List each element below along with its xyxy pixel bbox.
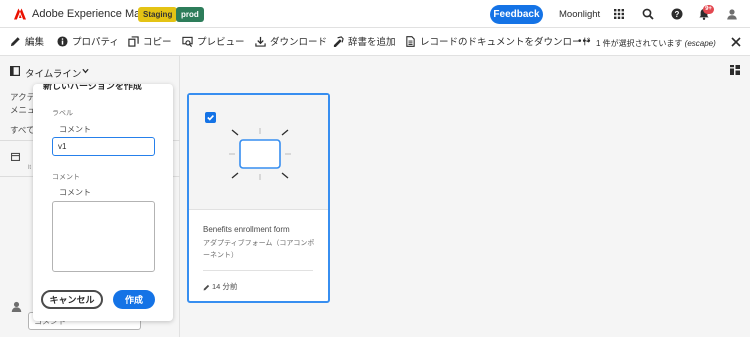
prod-badge: prod [176,7,204,22]
rail-bg-text-3: すべて [10,125,35,135]
selection-count: 1 件が選択されています [596,39,683,48]
user-avatar-icon[interactable] [726,8,738,20]
calendar-icon [11,152,20,161]
create-button[interactable]: 作成 [113,290,155,309]
copy-label: コピー [143,37,172,48]
search-icon[interactable] [642,8,654,20]
properties-label: プロパティ [72,37,119,48]
properties-action[interactable]: プロパティ [57,36,119,49]
edit-action[interactable]: 編集 [10,36,44,49]
apps-grid-icon[interactable] [613,8,625,20]
preview-icon [182,36,193,47]
timeline-label: タイムライン [25,69,82,80]
top-header: Adobe Experience Manager Staging prod Fe… [0,0,750,28]
feedback-button[interactable]: Feedback [490,5,543,24]
checkmark-icon [207,114,214,121]
download-icon [255,36,266,47]
card-title: Benefits enrollment form [203,225,290,234]
rail-bg-text-1: アクテ [10,92,36,102]
rail-bg-text-2: メニュ [10,105,36,115]
download-document-label: レコードのドキュメントをダウンロード [420,37,592,48]
version-label-input[interactable]: v1 [52,137,155,156]
preview-label: プレビュー [197,37,245,48]
notification-count-badge: 9+ [703,5,714,14]
rail-bg-small: lt [28,165,31,171]
card-subtitle: アダプティブフォーム（コアコンポーネント） [203,240,315,259]
card-divider [203,270,313,271]
download-document-action[interactable]: レコードのドキュメントをダウンロード [405,36,591,49]
chevron-down-icon [82,68,89,74]
edit-label: 編集 [25,37,45,48]
add-dictionary-action[interactable]: 辞書を追加 [333,36,396,49]
card-thumbnail [189,95,328,210]
popover-title: 新しいバージョンを作成 [43,84,142,91]
user-icon [11,301,22,312]
more-actions-button[interactable]: ••• [578,36,592,47]
add-dictionary-label: 辞書を追加 [348,37,396,48]
version-comment-textarea[interactable] [52,201,155,272]
copy-icon [128,36,139,47]
preview-action[interactable]: プレビュー [182,36,245,49]
card-modified: 14 分前 [203,281,237,292]
close-icon[interactable] [731,37,741,47]
document-icon [406,36,415,47]
action-bar: 編集 プロパティ コピー プレビュー ダウンロード 辞書を追加 レコードのドキュ… [0,28,750,56]
label-field-hint: コメント [59,125,91,134]
comment-field-caption: コメント [52,174,80,181]
help-icon[interactable]: ? [671,8,683,20]
pencil-icon [10,37,20,47]
card-modified-time: 14 分前 [212,282,238,291]
rail-view-switcher[interactable]: タイムライン [0,56,180,84]
dictionary-icon [333,36,344,47]
card-checkbox[interactable] [205,112,216,123]
org-switcher[interactable]: Moonlight [559,9,600,20]
selection-info: 1 件が選択されています (escape) [596,38,716,49]
copy-action[interactable]: コピー [128,36,172,49]
comment-field-hint: コメント [59,188,91,197]
pencil-icon [203,284,210,290]
cancel-button[interactable]: キャンセル [41,290,103,309]
form-placeholder-icon [229,128,291,180]
info-icon [57,36,68,47]
svg-text:?: ? [675,10,680,19]
selection-escape-hint: (escape) [684,39,716,48]
view-toggle-icon[interactable] [730,65,740,75]
staging-badge: Staging [138,7,178,22]
download-label: ダウンロード [270,37,328,48]
asset-card[interactable]: Benefits enrollment form アダプティブフォーム（コアコン… [187,93,330,303]
panel-icon [10,66,20,76]
adobe-logo-icon[interactable] [14,8,26,20]
create-version-popover: 新しいバージョンを作成 ラベル コメント v1 コメント コメント キャンセル … [33,84,173,321]
download-action[interactable]: ダウンロード [255,36,327,49]
label-field-caption: ラベル [52,110,73,117]
